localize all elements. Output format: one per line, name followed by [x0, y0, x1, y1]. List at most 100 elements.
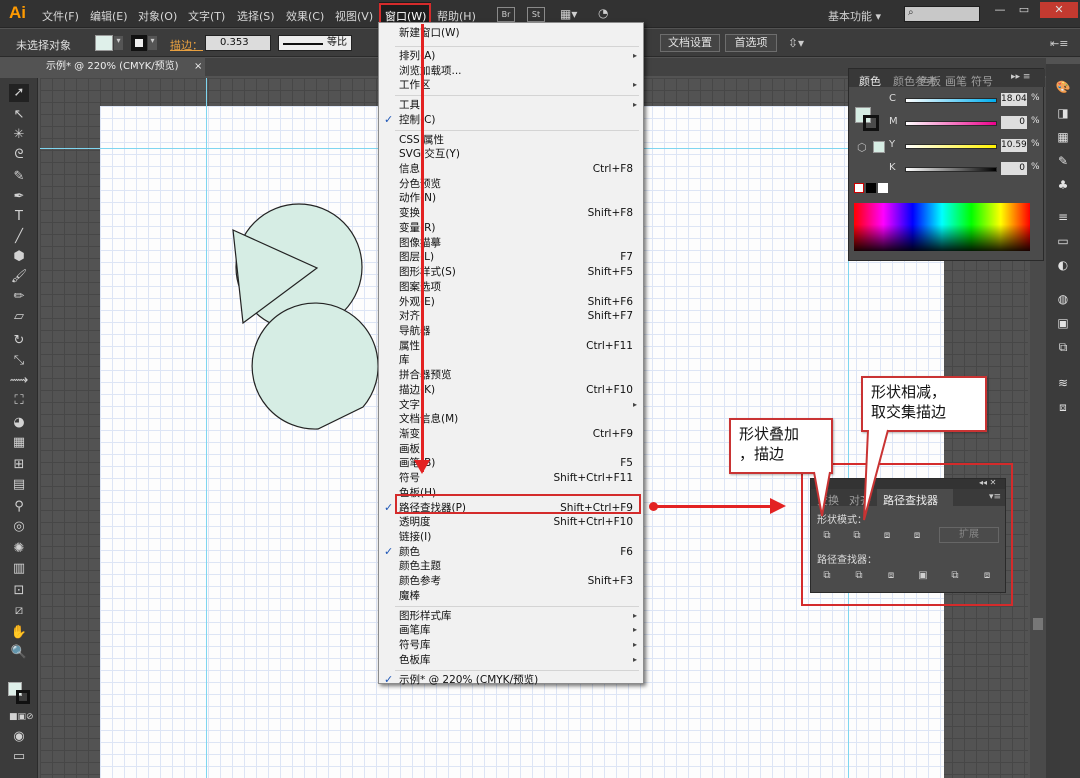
column-graph-tool-icon[interactable]: ▥ [9, 560, 29, 578]
window-menu-item[interactable]: SVG 交互(Y) [399, 147, 633, 161]
tab-brushes[interactable]: 画笔 [945, 73, 967, 89]
web-safe-color-icon[interactable] [873, 141, 885, 153]
close-tab-icon[interactable]: × [194, 58, 202, 76]
window-menu-item[interactable]: 工作区 ▸ [399, 78, 637, 92]
window-menu-item[interactable]: 图像描摹 [399, 236, 633, 250]
window-menu-item[interactable]: 图形样式(S) Shift+F5 [399, 265, 633, 279]
document-tab[interactable]: 示例* @ 220% (CMYK/预览) × [40, 58, 205, 76]
window-menu-item[interactable]: 文字 ▸ [399, 398, 637, 412]
fill-swatch[interactable] [95, 35, 113, 51]
perspective-grid-tool-icon[interactable]: ▦ [9, 434, 29, 452]
out-of-gamut-icon[interactable]: ⬡ [857, 141, 867, 154]
channel-m-slider[interactable] [905, 121, 997, 126]
window-menu-item[interactable]: 属性 Ctrl+F11 [399, 339, 633, 353]
symbols-icon[interactable]: ♣ [1054, 176, 1072, 194]
white-swatch[interactable] [878, 183, 888, 193]
window-menu-item[interactable]: 工具 ▸ [399, 98, 637, 112]
menu-edit[interactable]: 编辑(E) [90, 8, 128, 24]
channel-y-value[interactable]: 10.59 [1001, 139, 1027, 152]
window-menu-item[interactable]: 外观(E) Shift+F6 [399, 295, 633, 309]
window-menu-item[interactable]: 颜色主题 [399, 559, 633, 573]
document-setup-button[interactable]: 文档设置 [660, 34, 720, 52]
brushes-icon[interactable]: ✎ [1054, 152, 1072, 170]
shape-builder-tool-icon[interactable]: ◕ [9, 414, 29, 432]
window-menu-item[interactable]: 图层(L) F7 [399, 250, 633, 264]
type-tool-icon[interactable]: T [9, 208, 29, 226]
selection-tool-icon[interactable]: ➚ [9, 84, 29, 102]
stroke-dropdown[interactable]: ▾ [148, 36, 157, 50]
panel-collapse-icon[interactable]: ▸▸ ≡ [1011, 72, 1030, 82]
layers-panel-icon[interactable]: ≋ [1054, 374, 1072, 392]
menu-select[interactable]: 选择(S) [237, 8, 275, 24]
lasso-tool-icon[interactable]: ᘓ [9, 146, 29, 164]
eraser-tool-icon[interactable]: ▱ [9, 308, 29, 326]
arrange-documents-icon[interactable]: ▦▾ [560, 7, 582, 21]
search-input[interactable]: ⌕ [904, 6, 980, 22]
paintbrush-tool-icon[interactable]: 🖌 [9, 268, 29, 286]
window-menu-item[interactable]: ✓ 控制(C) [384, 113, 633, 127]
menu-file[interactable]: 文件(F) [42, 8, 79, 24]
stroke-swatch[interactable] [131, 35, 147, 51]
preferences-button[interactable]: 首选项 [725, 34, 777, 52]
scale-tool-icon[interactable]: ⤡ [9, 352, 29, 370]
window-menu-item[interactable]: 分色预览 [399, 177, 633, 191]
menu-object[interactable]: 对象(O) [138, 8, 177, 24]
transform-options-icon[interactable]: ⇳▾ [788, 36, 804, 50]
window-menu-item[interactable]: 信息 Ctrl+F8 [399, 162, 633, 176]
stroke-color-icon[interactable] [16, 690, 30, 704]
blend-tool-icon[interactable]: ◎ [9, 518, 29, 536]
color-guide-icon[interactable]: ◨ [1054, 104, 1072, 122]
mesh-tool-icon[interactable]: ⊞ [9, 456, 29, 474]
control-bar-menu-icon[interactable]: ⇤≡ [1050, 37, 1068, 50]
slice-tool-icon[interactable]: ⧄ [9, 602, 29, 620]
stroke-label[interactable]: 描边： [170, 37, 203, 53]
close-button[interactable]: ✕ [1040, 2, 1078, 18]
window-menu-item[interactable]: 拼合器预览 [399, 368, 633, 382]
transparency-panel-icon[interactable]: ◐ [1054, 256, 1072, 274]
width-tool-icon[interactable]: ⟿ [9, 372, 29, 390]
window-menu-item[interactable]: 排列(A) ▸ [399, 49, 637, 63]
stock-button[interactable]: St [527, 7, 545, 22]
hand-tool-icon[interactable]: ✋ [9, 624, 29, 642]
libraries-icon[interactable]: ⧉ [1054, 338, 1072, 356]
window-menu-item[interactable]: 库 [399, 353, 633, 367]
zoom-tool-icon[interactable]: 🔍 [9, 644, 29, 662]
gradient-panel-icon[interactable]: ▭ [1054, 232, 1072, 250]
color-spectrum[interactable] [854, 203, 1030, 251]
tab-symbols[interactable]: 符号 [971, 73, 993, 89]
window-menu-item[interactable]: ✓ 示例* @ 220% (CMYK/预览) [384, 673, 633, 687]
menu-type[interactable]: 文字(T) [188, 8, 225, 24]
black-swatch[interactable] [866, 183, 876, 193]
line-tool-icon[interactable]: ╱ [9, 228, 29, 246]
eyedropper-tool-icon[interactable]: ⚲ [9, 498, 29, 516]
tab-color[interactable]: 颜色 [859, 73, 881, 89]
subtracted-shape[interactable] [251, 302, 379, 430]
channel-y-slider[interactable] [905, 144, 997, 149]
window-menu-item[interactable]: CSS 属性 [399, 133, 633, 147]
bridge-button[interactable]: Br [497, 7, 515, 22]
window-menu-item[interactable]: 图案选项 [399, 280, 633, 294]
curvature-tool-icon[interactable]: ✎ [9, 168, 29, 186]
window-menu-item[interactable]: 透明度 Shift+Ctrl+F10 [399, 515, 633, 529]
window-menu-item[interactable]: 导航器 [399, 324, 633, 338]
window-menu-item[interactable]: 渐变 Ctrl+F9 [399, 427, 633, 441]
menu-effect[interactable]: 效果(C) [286, 8, 324, 24]
artboard-tool-icon[interactable]: ⊡ [9, 582, 29, 600]
window-menu-item[interactable]: 画笔库 ▸ [399, 623, 637, 637]
shape-tool-icon[interactable]: ⬢ [9, 248, 29, 266]
window-menu-item[interactable]: 画板 [399, 442, 633, 456]
stroke-weight-field[interactable]: 0.353 [205, 35, 271, 51]
window-menu-item[interactable]: 图形样式库 ▸ [399, 609, 637, 623]
none-swatch[interactable] [854, 183, 864, 193]
window-menu-item[interactable]: 符号库 ▸ [399, 638, 637, 652]
pen-tool-icon[interactable]: ✒ [9, 188, 29, 206]
appearance-panel-icon[interactable]: ◍ [1054, 290, 1072, 308]
graphic-styles-icon[interactable]: ▣ [1054, 314, 1072, 332]
pencil-tool-icon[interactable]: ✏ [9, 288, 29, 306]
window-menu-item[interactable]: 画笔(B) F5 [399, 456, 633, 470]
workspace-switcher[interactable]: 基本功能 ▾ [828, 8, 881, 24]
restore-button[interactable]: ▭ [1012, 2, 1036, 18]
window-menu-item[interactable]: 变量(R) [399, 221, 633, 235]
window-menu-item[interactable]: 文档信息(M) [399, 412, 633, 426]
window-menu-item[interactable]: 色板库 ▸ [399, 653, 637, 667]
